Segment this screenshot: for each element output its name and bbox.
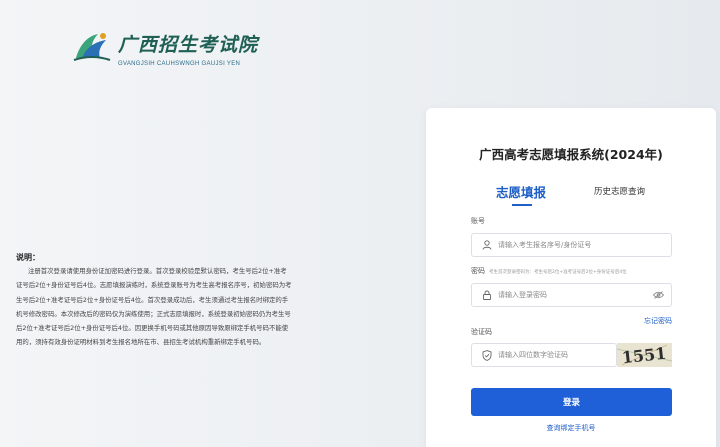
tab-volunteer-fill[interactable]: 志愿填报 xyxy=(496,182,546,201)
password-label: 密码 xyxy=(471,267,485,275)
user-icon xyxy=(477,240,497,250)
password-input[interactable] xyxy=(497,291,649,299)
account-input[interactable] xyxy=(497,241,671,249)
password-hint: 考生首次登录密码为：考生号后2位+准考证号后2位+身份证号后4位 xyxy=(489,270,627,275)
captcha-text: 1551 xyxy=(621,344,667,367)
system-title: 广西高考志愿填报系统(2024年) xyxy=(479,147,663,162)
captcha-field[interactable] xyxy=(471,343,617,367)
instructions-body: 注册首次登录请使用身份证加密码进行登录。首次登录校验是默认密码，考生号后2位+准… xyxy=(16,267,292,347)
hide-password-icon[interactable] xyxy=(649,291,667,299)
login-button[interactable]: 登录 xyxy=(471,388,672,416)
instructions-title: 说明： xyxy=(16,253,40,262)
instructions: 说明： 注册首次登录请使用身份证加密码进行登录。首次登录校验是默认密码，考生号后… xyxy=(16,252,292,350)
forgot-password-link[interactable]: 忘记密码 xyxy=(644,316,672,326)
lock-icon xyxy=(477,290,497,300)
account-label: 账号 xyxy=(471,217,485,225)
brand-name-en: GVANGJSIH CAUHSWNGH GAUJSI YEN xyxy=(118,61,241,67)
login-card: 广西高考志愿填报系统(2024年) 志愿填报 历史志愿查询 账号 密码考生首次登… xyxy=(426,108,716,447)
logo-emblem-icon xyxy=(73,33,111,61)
captcha-image[interactable]: 1551 xyxy=(617,343,672,367)
captcha-label: 验证码 xyxy=(471,328,492,336)
query-bound-phone-link[interactable]: 查询绑定手机号 xyxy=(426,423,716,433)
login-tabs: 志愿填报 历史志愿查询 xyxy=(426,182,716,206)
brand-logo: 广西招生考试院 GVANGJSIH CAUHSWNGH GAUJSI YEN xyxy=(72,30,258,67)
password-label-row: 密码 考生首次登录密码为：考生号后2位+准考证号后2位+身份证号后4位 xyxy=(471,266,627,276)
account-field[interactable] xyxy=(471,233,672,257)
shield-icon xyxy=(477,349,497,361)
password-field[interactable] xyxy=(471,283,672,307)
captcha-input[interactable] xyxy=(497,351,616,359)
active-tab-indicator xyxy=(512,204,532,206)
brand-name-cn: 广西招生考试院 xyxy=(118,34,259,56)
tab-history-query[interactable]: 历史志愿查询 xyxy=(594,185,645,197)
